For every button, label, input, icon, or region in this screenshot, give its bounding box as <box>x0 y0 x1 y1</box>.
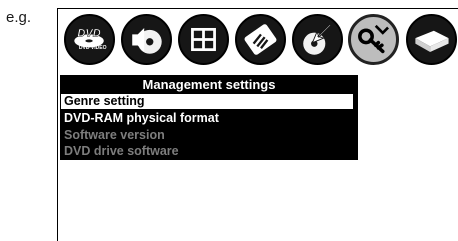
tools-icon[interactable] <box>235 14 286 65</box>
menu-item-genre-setting[interactable]: Genre setting <box>61 94 353 109</box>
menu-item-dvd-drive-software: DVD drive software <box>64 144 179 158</box>
management-settings-menu: Management settings Genre setting DVD-RA… <box>60 75 358 160</box>
menu-title: Management settings <box>142 77 276 92</box>
grid-panel-icon[interactable] <box>178 14 229 65</box>
drive-icon[interactable] <box>406 14 457 65</box>
svg-text:DVD: DVD <box>77 27 100 39</box>
menu-item-software-version: Software version <box>64 128 165 142</box>
disc-arrow-icon[interactable] <box>292 14 343 65</box>
dvd-video-icon[interactable]: DVD DVD VIDEO <box>64 14 115 65</box>
key-wrench-icon[interactable] <box>348 14 399 65</box>
disc-speaker-icon[interactable] <box>121 14 172 65</box>
example-caption: e.g. <box>6 9 32 26</box>
svg-text:DVD VIDEO: DVD VIDEO <box>79 45 107 51</box>
menu-item-dvd-ram-physical-format[interactable]: DVD-RAM physical format <box>61 111 353 126</box>
